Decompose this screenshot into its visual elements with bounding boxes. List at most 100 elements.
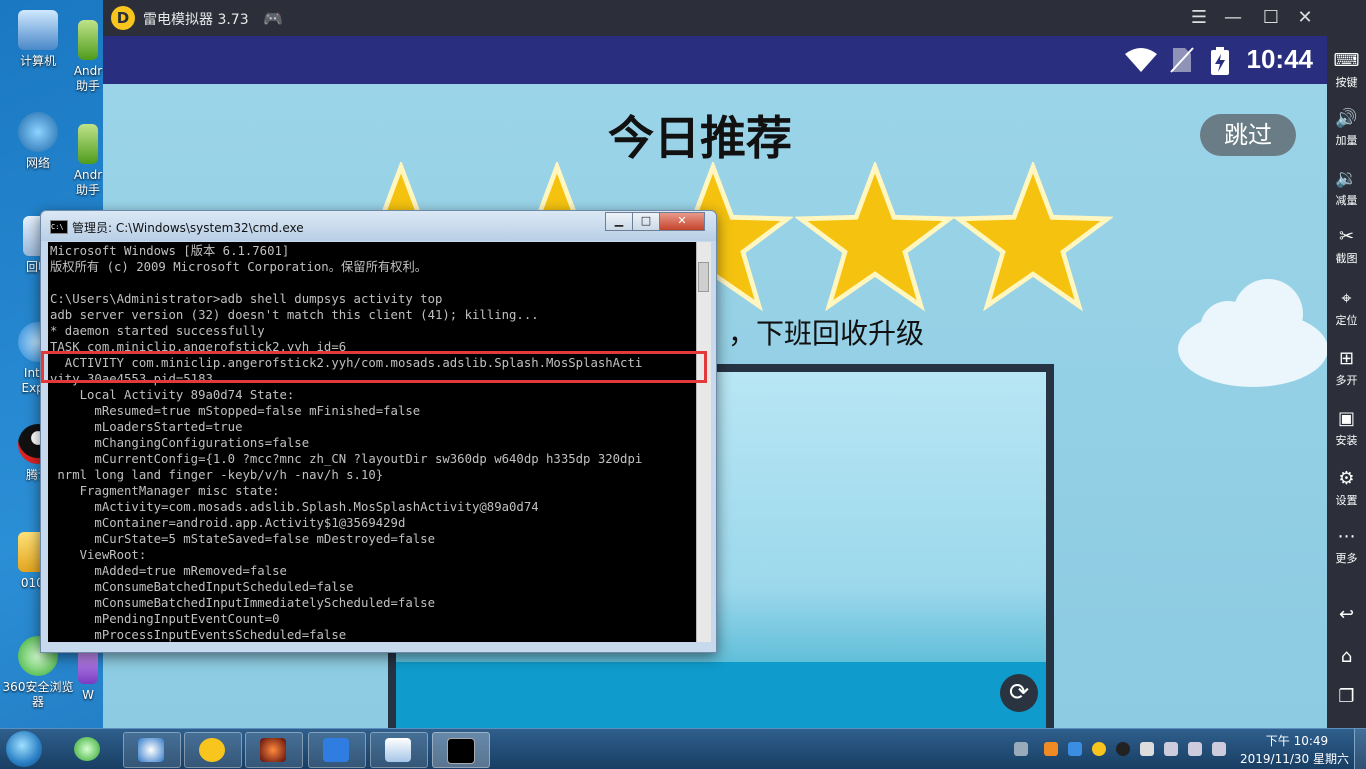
system-tray bbox=[1010, 729, 1235, 769]
sidebar-item-more[interactable]: ⋯ 更多 bbox=[1327, 526, 1366, 566]
home-button[interactable]: ⌂ bbox=[1327, 646, 1366, 668]
taskbar-wps[interactable] bbox=[308, 732, 366, 768]
desktop-icon-android-helper[interactable]: Andr 助手 bbox=[68, 20, 108, 94]
sidebar-item-settings[interactable]: ⚙ 设置 bbox=[1327, 468, 1366, 508]
leidian-logo-icon: D bbox=[111, 6, 135, 30]
cmd-scrollbar-thumb[interactable] bbox=[698, 262, 709, 292]
wifi-icon bbox=[1123, 46, 1159, 80]
close-button[interactable]: ✕ bbox=[1291, 6, 1319, 30]
sidebar-item-label: 安装 bbox=[1335, 434, 1358, 447]
menu-icon[interactable]: ☰ bbox=[1185, 6, 1213, 30]
cmd-window[interactable]: C:\ 管理员: C:\Windows\system32\cmd.exe ▁ □… bbox=[40, 210, 717, 653]
refresh-icon[interactable]: ⟳ bbox=[1000, 674, 1038, 712]
desktop-icon-label: 计算机 bbox=[19, 54, 56, 68]
leidian-logo-icon bbox=[199, 738, 225, 762]
cmd-icon: C:\ bbox=[50, 220, 68, 234]
sidebar-item-install-apk[interactable]: ▣ 安装 bbox=[1327, 408, 1366, 448]
sidebar-item-screenshot[interactable]: ✂ 截图 bbox=[1327, 226, 1366, 266]
app-tray-icon[interactable] bbox=[1068, 742, 1082, 756]
sidebar-item-label: 按键 bbox=[1335, 76, 1358, 89]
clock-date[interactable]: 2019/11/30 星期六 bbox=[1240, 750, 1349, 767]
desktop-icon-label: Andr 助手 bbox=[73, 64, 103, 93]
gear-icon: ⚙ bbox=[1338, 468, 1355, 489]
more-icon: ⋯ bbox=[1337, 526, 1356, 547]
minimize-button[interactable]: — bbox=[1219, 6, 1247, 30]
taskbar-360-browser[interactable] bbox=[60, 732, 116, 766]
status-time: 10:44 bbox=[1246, 44, 1314, 74]
sidebar-item-label: 截图 bbox=[1335, 252, 1358, 265]
sidebar-item-multi-open[interactable]: ⊞ 多开 bbox=[1327, 348, 1366, 388]
notepad-icon bbox=[385, 738, 411, 762]
no-sim-icon bbox=[1169, 46, 1195, 80]
emulator-title-bar[interactable]: D 雷电模拟器 3.73 🎮 ☰ — ☐ ✕ bbox=[103, 0, 1327, 36]
signal-icon[interactable] bbox=[1188, 742, 1202, 756]
sidebar-item-label: 设置 bbox=[1335, 494, 1358, 507]
qq-tray-icon[interactable] bbox=[1116, 742, 1130, 756]
android-status-bar: 10:44 bbox=[103, 36, 1327, 84]
emulator-title: 雷电模拟器 3.73 bbox=[143, 12, 249, 28]
desktop-icon-computer[interactable]: 计算机 bbox=[2, 10, 74, 69]
gamepad-icon[interactable]: 🎮 bbox=[263, 9, 283, 28]
taskbar-app-1[interactable] bbox=[123, 732, 181, 768]
home-icon: ⌂ bbox=[1340, 646, 1353, 667]
cmd-icon bbox=[447, 738, 475, 764]
start-button[interactable] bbox=[6, 731, 42, 767]
sidebar-item-keymap[interactable]: ⌨ 按键 bbox=[1327, 50, 1366, 90]
network-globe-icon bbox=[18, 112, 58, 152]
sidebar-item-label: 减量 bbox=[1335, 194, 1358, 207]
cmd-scrollbar[interactable] bbox=[696, 242, 711, 642]
maximize-button[interactable]: ☐ bbox=[1257, 6, 1285, 30]
emulator-sidebar: ⌨ 按键 🔊 加量 🔉 减量 ✂ 截图 ⌖ 定位 ⊞ 多开 ▣ 安装 ⚙ 设置 … bbox=[1327, 0, 1366, 728]
cmd-console[interactable]: Microsoft Windows [版本 6.1.7601] 版权所有 (c)… bbox=[48, 242, 696, 642]
back-arrow-icon: ↩ bbox=[1338, 604, 1355, 625]
taskbar-leidian-emulator[interactable] bbox=[184, 732, 242, 768]
sidebar-item-label: 定位 bbox=[1335, 314, 1358, 327]
apk-install-icon: ▣ bbox=[1337, 408, 1355, 429]
taskbar-cmd[interactable] bbox=[432, 732, 490, 768]
android-helper-icon bbox=[78, 124, 98, 164]
clock-time[interactable]: 下午 10:49 bbox=[1262, 732, 1332, 749]
activity-highlight-box bbox=[41, 351, 707, 383]
desktop-icon-label: Andr 助手 bbox=[73, 168, 103, 197]
promo-subtitle: ，下班回收升级 bbox=[728, 317, 925, 350]
volume-up-icon: 🔊 bbox=[1335, 108, 1358, 129]
desktop-icon-android-helper-2[interactable]: Andr 助手 bbox=[68, 124, 108, 198]
android-helper-icon bbox=[78, 20, 98, 60]
network-icon[interactable] bbox=[1164, 742, 1178, 756]
recent-apps-icon: ❐ bbox=[1338, 686, 1355, 707]
location-icon: ⌖ bbox=[1341, 288, 1352, 309]
keyboard-icon[interactable] bbox=[1014, 742, 1028, 756]
skip-button[interactable]: 跳过 bbox=[1200, 114, 1296, 156]
sidebar-item-location[interactable]: ⌖ 定位 bbox=[1327, 288, 1366, 328]
sidebar-item-label: 更多 bbox=[1335, 552, 1358, 565]
cmd-minimize-button[interactable]: ▁ bbox=[605, 212, 633, 231]
game-icon bbox=[260, 738, 286, 762]
battery-charging-icon bbox=[1209, 46, 1231, 82]
leidian-tray-icon[interactable] bbox=[1092, 742, 1106, 756]
taskbar-notepad[interactable] bbox=[370, 732, 428, 768]
taskbar-game[interactable] bbox=[245, 732, 303, 768]
cmd-title: 管理员: C:\Windows\system32\cmd.exe bbox=[72, 221, 304, 235]
taskbar: 下午 10:49 2019/11/30 星期六 bbox=[0, 728, 1366, 769]
cmd-maximize-button[interactable]: □ bbox=[632, 212, 660, 231]
desktop-icon-network[interactable]: 网络 bbox=[2, 112, 74, 171]
sidebar-item-label: 多开 bbox=[1335, 374, 1358, 387]
back-button[interactable]: ↩ bbox=[1327, 604, 1366, 626]
wps-icon bbox=[323, 738, 349, 762]
sidebar-item-volume-up[interactable]: 🔊 加量 bbox=[1327, 108, 1366, 148]
multi-open-icon: ⊞ bbox=[1338, 348, 1355, 369]
app-tray-icon[interactable] bbox=[1044, 742, 1058, 756]
desktop-icon-label: 360安全浏览 器 bbox=[2, 680, 74, 709]
cmd-title-bar[interactable]: C:\ 管理员: C:\Windows\system32\cmd.exe ▁ □… bbox=[41, 211, 716, 241]
volume-icon[interactable] bbox=[1212, 742, 1226, 756]
360-browser-icon bbox=[74, 737, 100, 761]
show-desktop-button[interactable] bbox=[1354, 729, 1366, 769]
recent-apps-button[interactable]: ❐ bbox=[1327, 686, 1366, 708]
app-icon bbox=[138, 738, 164, 762]
sidebar-item-volume-down[interactable]: 🔉 减量 bbox=[1327, 168, 1366, 208]
sidebar-item-label: 加量 bbox=[1335, 134, 1358, 147]
cmd-close-button[interactable]: ✕ bbox=[659, 212, 705, 231]
flag-icon[interactable] bbox=[1140, 742, 1154, 756]
cloud-decoration bbox=[1173, 269, 1327, 389]
cmd-output: Microsoft Windows [版本 6.1.7601] 版权所有 (c)… bbox=[50, 244, 643, 642]
